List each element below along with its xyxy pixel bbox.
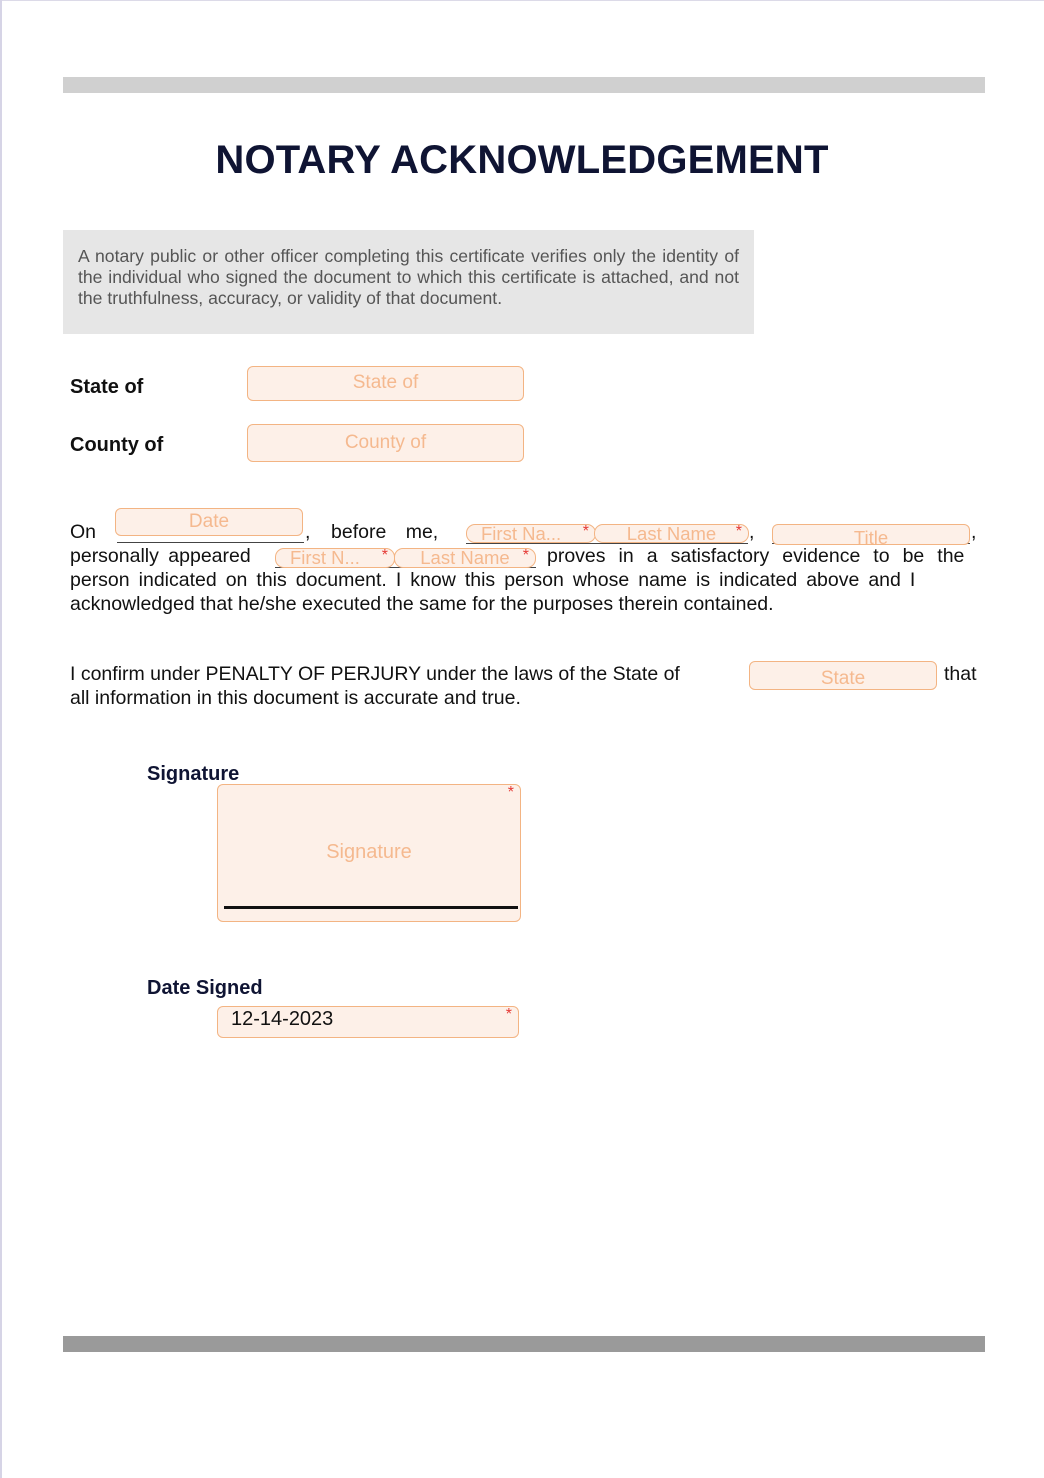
date-signed-label: Date Signed: [147, 977, 263, 999]
acknowledgement-line-3: person indicated on this document. I kno…: [70, 569, 916, 591]
state-field-placeholder: State of: [352, 372, 419, 393]
personally-appeared-text: personally appeared: [70, 545, 251, 567]
signature-label: Signature: [147, 763, 240, 785]
signer-last-name-placeholder: Last Name: [420, 547, 510, 568]
county-label: County of: [70, 434, 164, 456]
officer-first-name-placeholder: First Na...: [481, 523, 562, 544]
comma: ,: [971, 521, 977, 543]
page-edge-left: [0, 0, 2, 1478]
required-marker: *: [582, 523, 589, 540]
acknowledgement-line-4: acknowledged that he/she executed the sa…: [70, 593, 774, 615]
perjury-state-placeholder: State: [820, 668, 866, 689]
before-me-text: before me,: [331, 521, 439, 543]
state-label: State of: [70, 376, 144, 398]
perjury-text: I confirm under PENALTY OF PERJURY under…: [70, 663, 680, 685]
date-signed-field[interactable]: 12-14-2023 *: [217, 1006, 519, 1038]
officer-last-name-field[interactable]: Last Name *: [594, 523, 749, 544]
footer-bar: [63, 1336, 985, 1352]
required-marker: *: [505, 1006, 512, 1023]
header-bar: [63, 77, 985, 93]
required-marker: *: [507, 784, 514, 801]
date-signed-value: 12-14-2023: [231, 1008, 334, 1030]
date-underline: [117, 542, 304, 543]
proves-text: proves in a satisfactory evidence to be …: [547, 545, 965, 567]
state-field[interactable]: State of: [247, 366, 524, 401]
title-field-placeholder: Title: [853, 527, 889, 545]
on-text: On: [70, 521, 97, 543]
required-marker: *: [381, 547, 388, 564]
signature-line: [224, 906, 518, 909]
county-field-placeholder: County of: [344, 432, 427, 453]
signer-first-name-placeholder: First N...: [290, 547, 360, 568]
perjury-that-text: that: [944, 663, 977, 685]
date-field-placeholder: Date: [188, 511, 230, 532]
date-field[interactable]: Date: [115, 508, 303, 536]
county-field[interactable]: County of: [247, 424, 524, 462]
signer-first-name-field[interactable]: First N... *: [275, 547, 395, 568]
signature-placeholder: Signature: [326, 841, 412, 863]
signature-field[interactable]: Signature *: [217, 784, 521, 922]
disclaimer-box: A notary public or other officer complet…: [63, 230, 754, 334]
officer-last-name-placeholder: Last Name: [626, 523, 717, 544]
comma: ,: [749, 521, 755, 543]
officer-first-name-field[interactable]: First Na... *: [466, 523, 596, 544]
signer-last-name-field[interactable]: Last Name *: [394, 547, 536, 568]
perjury-line-2: all information in this document is accu…: [70, 687, 521, 709]
required-marker: *: [522, 547, 529, 564]
comma: ,: [305, 521, 311, 543]
title-field[interactable]: Title: [772, 524, 970, 545]
page-edge-top: [0, 0, 1044, 1]
document-title: NOTARY ACKNOWLEDGEMENT: [215, 138, 829, 182]
required-marker: *: [735, 523, 742, 540]
perjury-state-field[interactable]: State: [749, 661, 937, 690]
